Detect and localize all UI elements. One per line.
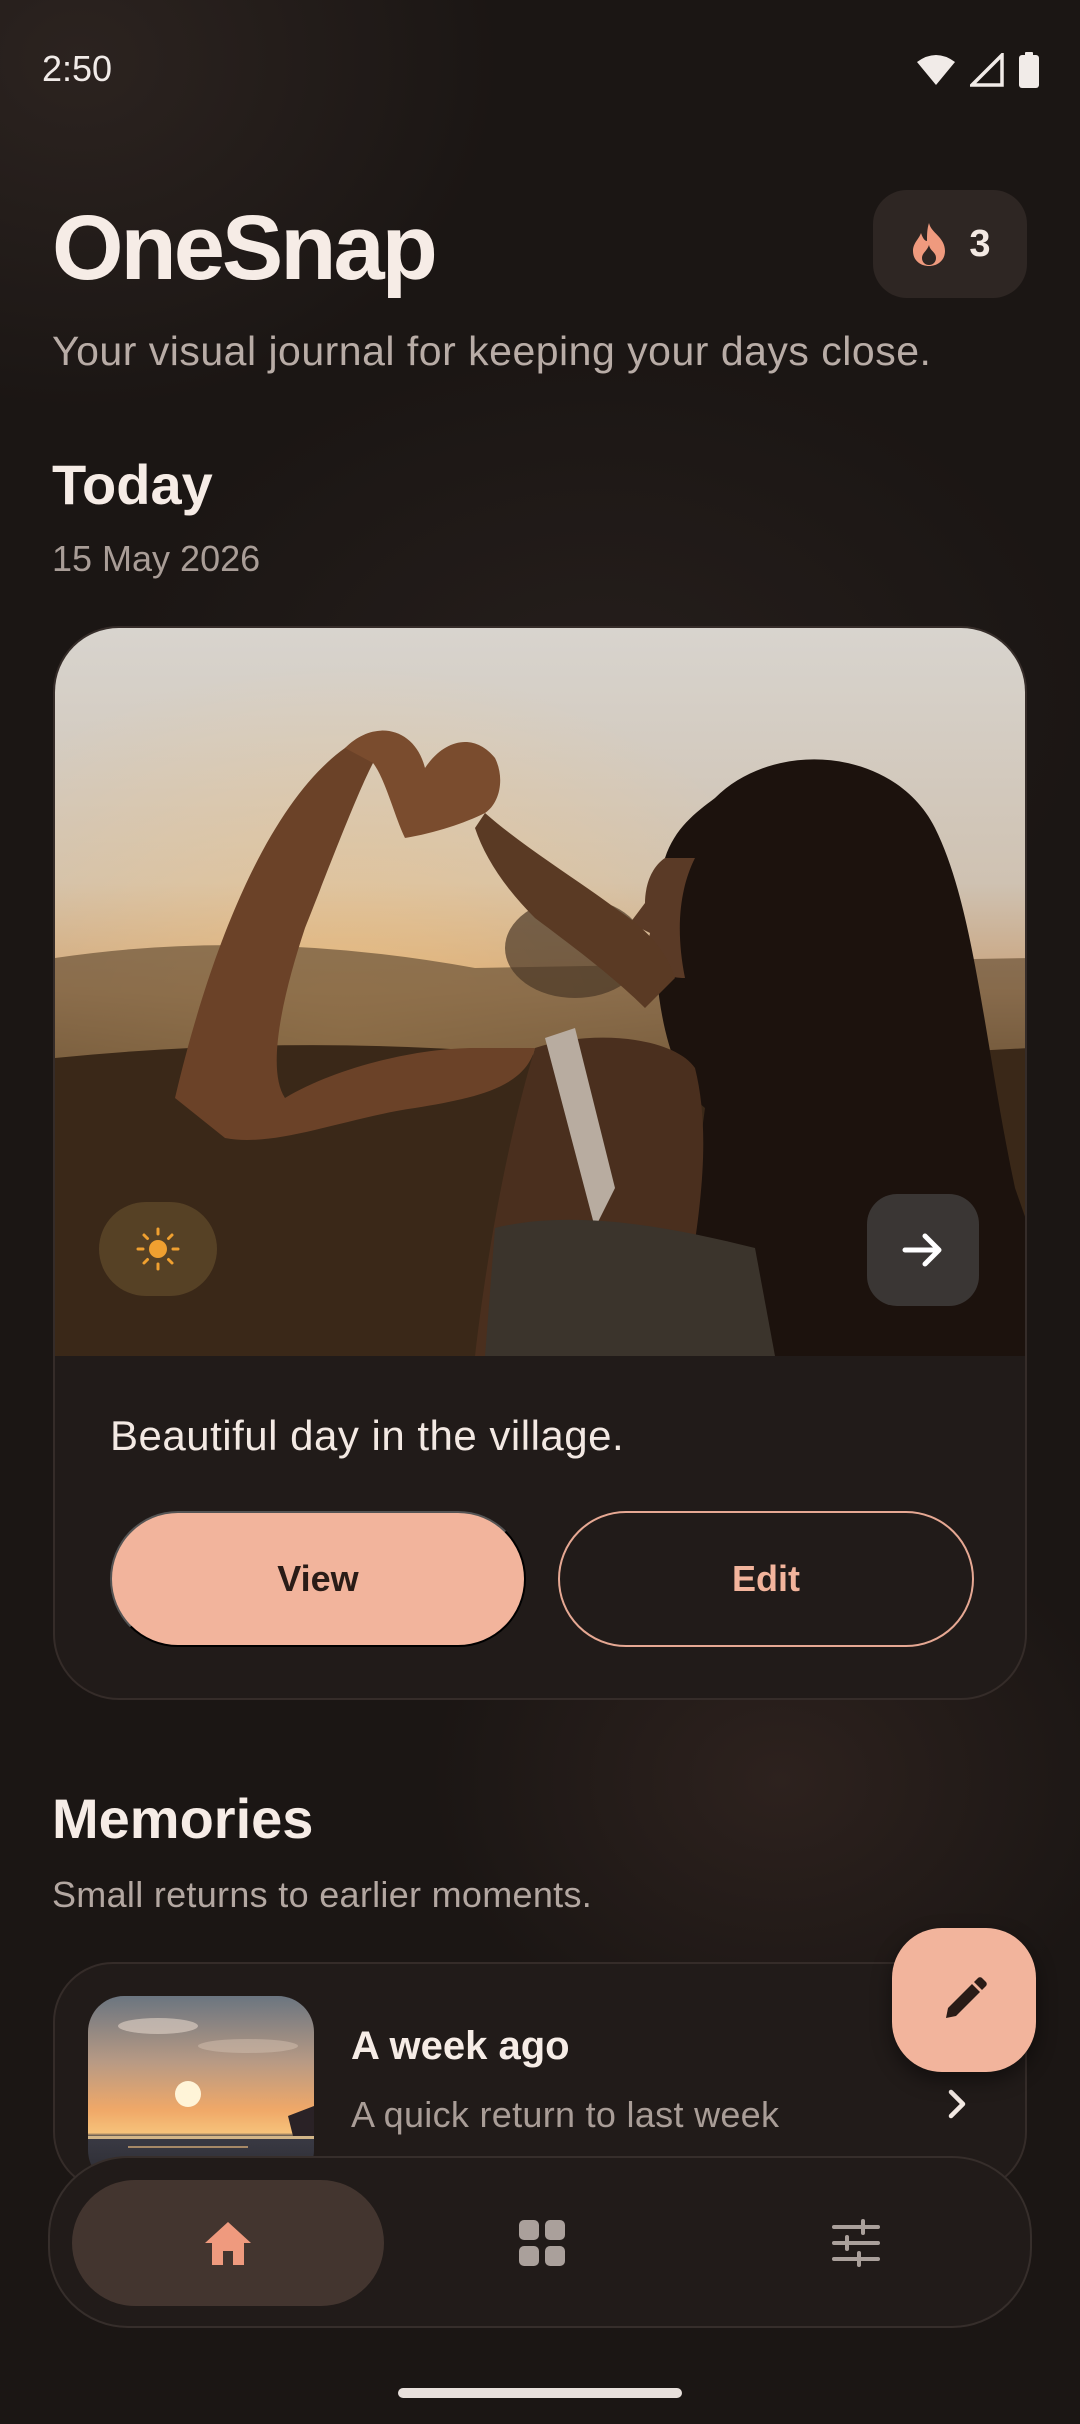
- view-button[interactable]: View: [110, 1511, 526, 1647]
- status-bar: 2:50: [0, 0, 1080, 140]
- memory-title: A week ago: [351, 2024, 570, 2068]
- nav-item-gallery[interactable]: [386, 2180, 698, 2306]
- nav-item-home[interactable]: [72, 2180, 384, 2306]
- nav-item-settings[interactable]: [700, 2180, 1012, 2306]
- status-icons: [916, 52, 1040, 88]
- streak-badge[interactable]: 3: [873, 190, 1027, 298]
- memory-description: A quick return to last week: [351, 2094, 780, 2135]
- open-entry-button[interactable]: [867, 1194, 979, 1306]
- pencil-icon: [946, 1977, 987, 2018]
- today-date: 15 May 2026: [52, 538, 261, 579]
- sun-icon: [136, 1227, 180, 1271]
- memories-subtitle: Small returns to earlier moments.: [52, 1874, 593, 1915]
- home-indicator[interactable]: [398, 2388, 682, 2398]
- flame-icon: [913, 223, 946, 266]
- bottom-navigation: [48, 2156, 1032, 2328]
- today-entry-card[interactable]: Beautiful day in the village. View Edit: [53, 626, 1027, 1700]
- wifi-icon: [917, 55, 955, 85]
- new-entry-fab[interactable]: [892, 1928, 1036, 2072]
- home-icon: [205, 2222, 251, 2265]
- signal-icon: [970, 53, 1004, 87]
- battery-icon: [1019, 52, 1039, 88]
- today-photo[interactable]: [55, 628, 1025, 1356]
- chevron-right-icon: [948, 2089, 966, 2119]
- arrow-right-icon: [902, 1233, 942, 1267]
- app-subtitle: Your visual journal for keeping your day…: [52, 328, 932, 374]
- edit-button[interactable]: Edit: [558, 1511, 974, 1647]
- today-caption: Beautiful day in the village.: [110, 1412, 625, 1459]
- memories-heading: Memories: [52, 1787, 314, 1850]
- gallery-icon: [519, 2220, 565, 2266]
- app-title: OneSnap: [52, 197, 438, 299]
- settings-icon: [832, 2219, 880, 2267]
- status-time: 2:50: [42, 48, 113, 89]
- today-heading: Today: [52, 453, 213, 516]
- weather-chip[interactable]: [99, 1202, 217, 1296]
- streak-count: 3: [969, 222, 991, 265]
